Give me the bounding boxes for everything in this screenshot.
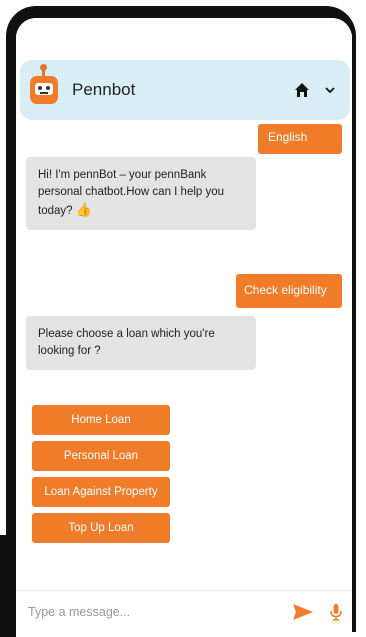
microphone-icon[interactable] xyxy=(330,603,342,621)
status-area xyxy=(16,18,352,58)
loan-options: Home Loan Personal Loan Loan Against Pro… xyxy=(32,405,170,549)
bot-name: Pennbot xyxy=(72,80,136,99)
robot-avatar-icon xyxy=(30,64,58,106)
user-message-language: English xyxy=(258,124,342,154)
send-icon[interactable] xyxy=(292,603,314,621)
thumbs-up-emoji-icon: 👍 xyxy=(75,202,92,217)
home-icon[interactable] xyxy=(294,82,310,98)
chat-area: English Hi! I'm pennBot – your pennBank … xyxy=(16,120,352,590)
phone-screen: Pennbot English Hi! I'm pennBot – your p… xyxy=(16,18,352,632)
bot-message-choose-loan: Please choose a loan which you're lookin… xyxy=(26,316,256,370)
chat-header: Pennbot xyxy=(20,60,350,120)
bot-message-greeting: Hi! I'm pennBot – your pennBank personal… xyxy=(26,157,256,230)
message-input-bar xyxy=(16,590,352,632)
chevron-down-icon[interactable] xyxy=(324,85,336,95)
option-loan-against-property[interactable]: Loan Against Property xyxy=(32,477,170,507)
option-top-up-loan[interactable]: Top Up Loan xyxy=(32,513,170,543)
user-message-check-eligibility: Check eligibility xyxy=(236,274,342,308)
header-actions xyxy=(294,82,336,98)
app-stage: Pennbot English Hi! I'm pennBot – your p… xyxy=(0,0,366,637)
bot-greeting-text: Hi! I'm pennBot – your pennBank personal… xyxy=(38,169,225,217)
phone-frame-edge xyxy=(352,40,356,632)
option-personal-loan[interactable]: Personal Loan xyxy=(32,441,170,471)
option-home-loan[interactable]: Home Loan xyxy=(32,405,170,435)
message-input[interactable] xyxy=(26,603,292,620)
